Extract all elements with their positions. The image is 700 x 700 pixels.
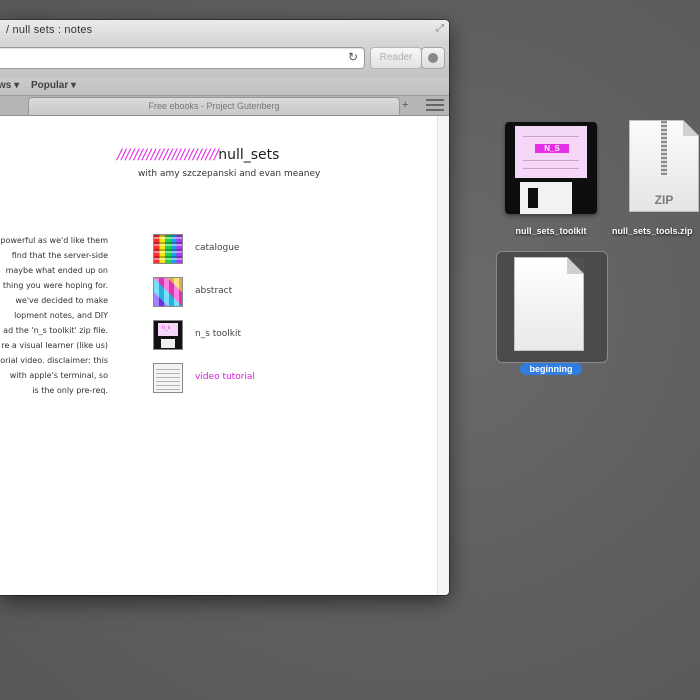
fullscreen-icon[interactable]: ⤢ (436, 23, 444, 34)
title-name: null_sets (218, 147, 280, 163)
reload-icon[interactable]: ↻ (348, 50, 358, 64)
zipper (661, 121, 667, 175)
disk-label: n_s (158, 323, 178, 336)
address-bar[interactable]: ↻ Reader (0, 47, 422, 69)
tab-overview-icon[interactable] (426, 99, 444, 111)
label-line (523, 160, 579, 161)
intro-line: powerful as we'd like them (0, 236, 108, 245)
tab-gutenberg[interactable]: Free ebooks - Project Gutenberg (28, 97, 400, 115)
intro-line: with apple's terminal, so (9, 371, 108, 380)
intro-line: orial video. disclaimer: this (0, 356, 108, 365)
intro-line: is the only pre-req. (32, 386, 108, 395)
floppy-disk-thumbnail-icon[interactable]: n_s (153, 320, 183, 350)
intro-line: thing you were hoping for. (2, 281, 108, 290)
desktop-icon-caption[interactable]: null_sets_toolkit (499, 226, 603, 236)
intro-line: ad the 'n_s toolkit' zip file. (3, 326, 108, 335)
window-title: / null sets : notes (6, 24, 93, 36)
bookmarks-bar: ws ▾ Popular ▾ (0, 77, 449, 96)
page-content: ////////////////////////null_sets with a… (0, 116, 438, 595)
video-thumbnail-icon[interactable] (153, 363, 183, 393)
menu-item-catalogue[interactable]: catalogue (153, 234, 313, 266)
intro-line: maybe what ended up on (5, 266, 108, 275)
intro-line: find that the server-side (11, 251, 108, 260)
intro-line: re a visual learner (like us) (1, 341, 108, 350)
bookmark-folder-popular[interactable]: Popular ▾ (31, 80, 76, 91)
floppy-label-text: N_S (535, 144, 569, 153)
label-line (523, 136, 579, 137)
browser-toolbar: ↻ Reader (0, 41, 449, 77)
page-title: ////////////////////////null_sets (117, 147, 279, 163)
menu-item-toolkit[interactable]: n_s n_s toolkit (153, 320, 313, 352)
menu-label-catalogue[interactable]: catalogue (195, 243, 239, 253)
zip-badge: ZIP (654, 193, 674, 207)
menu-label-abstract[interactable]: abstract (195, 286, 232, 296)
floppy-shutter-hole (528, 188, 538, 208)
desktop-icon-caption-selected[interactable]: beginning (520, 363, 582, 375)
browser-window: / null sets : notes ⤢ ↻ Reader ws ▾ Popu… (0, 20, 449, 595)
abstract-thumbnail-icon[interactable] (153, 277, 183, 307)
disk-label-text: n_s (162, 325, 171, 331)
zip-archive-icon[interactable]: ZIP (629, 120, 699, 212)
menu-item-video-tutorial[interactable]: video tutorial (153, 363, 313, 395)
bookmark-folder-news[interactable]: ws ▾ (0, 80, 19, 91)
title-slashes: //////////////////////// (117, 147, 219, 163)
catalogue-thumbnail-icon[interactable] (153, 234, 183, 264)
floppy-shutter (520, 182, 572, 214)
blank-document-icon[interactable] (514, 257, 584, 351)
window-titlebar[interactable]: / null sets : notes ⤢ (0, 20, 449, 41)
desktop-icon-caption[interactable]: null_sets_tools.zip (612, 226, 700, 236)
floppy-label: N_S (515, 126, 587, 178)
page-subtitle: with amy szczepanski and evan meaney (138, 169, 321, 179)
label-line (523, 168, 579, 169)
reader-button[interactable]: Reader (370, 47, 422, 69)
intro-line: we've decided to make (15, 296, 108, 305)
tab-bar: Free ebooks - Project Gutenberg + (0, 96, 449, 116)
downloads-icon (428, 53, 438, 63)
downloads-button[interactable] (421, 47, 445, 69)
menu-label-toolkit[interactable]: n_s toolkit (195, 329, 241, 339)
menu-label-video-tutorial[interactable]: video tutorial (195, 372, 255, 382)
floppy-disk-icon[interactable]: N_S (505, 122, 597, 214)
menu-item-abstract[interactable]: abstract (153, 277, 313, 309)
intro-line: lopment notes, and DIY (14, 311, 108, 320)
new-tab-button[interactable]: + (402, 99, 408, 111)
disk-shutter (161, 339, 175, 348)
intro-paragraph: powerful as we'd like them find that the… (0, 233, 108, 398)
page-scrollbar[interactable] (437, 116, 449, 595)
